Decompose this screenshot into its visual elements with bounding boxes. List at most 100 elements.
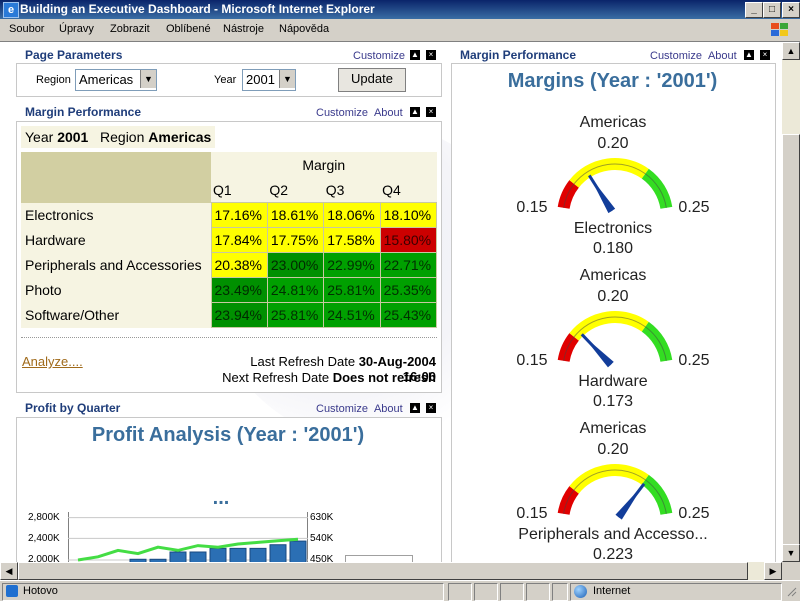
menu-upravy[interactable]: Úpravy <box>59 23 94 35</box>
minimize-portlet-icon[interactable]: ▲ <box>410 403 420 413</box>
table-row: Software/Other 23.94% 25.81% 24.51% 25.4… <box>21 302 438 328</box>
margin-cell: 24.51% <box>323 302 381 328</box>
status-text: Hotovo <box>23 585 58 597</box>
minimize-portlet-icon[interactable]: ▲ <box>410 50 420 60</box>
horizontal-scroll-thumb[interactable] <box>18 562 748 580</box>
close-portlet-icon[interactable]: × <box>760 50 770 60</box>
chevron-down-icon[interactable]: ▼ <box>279 70 295 88</box>
region-prompt-label: Region <box>100 129 145 145</box>
globe-icon <box>574 585 587 598</box>
gauge-max: 0.25 <box>678 505 710 522</box>
gauge-green-band <box>641 474 673 516</box>
region-select[interactable]: Americas ▼ <box>75 69 157 91</box>
gauge-about-link[interactable]: About <box>708 50 737 62</box>
vertical-scrollbar[interactable]: ▲ ▼ <box>782 42 800 562</box>
menu-zobrazit[interactable]: Zobrazit <box>110 23 150 35</box>
profit-bar <box>229 547 247 562</box>
status-zone-pane: Internet <box>570 583 782 601</box>
region-label: Region <box>36 74 71 86</box>
gauge-max: 0.25 <box>678 199 710 216</box>
margin-cell: 17.84% <box>210 227 268 253</box>
close-button[interactable]: × <box>782 2 800 18</box>
pivot-header: Year 2001 Region Americas <box>21 126 216 148</box>
gauge-min: 0.15 <box>516 199 548 216</box>
analyze-link[interactable]: Analyze.... <box>22 354 83 369</box>
margin-cell: 17.58% <box>323 227 381 253</box>
menu-napoveda[interactable]: Nápověda <box>279 23 329 35</box>
profit-about-link[interactable]: About <box>374 403 403 415</box>
margin-cell: 23.00% <box>266 252 325 278</box>
gauge-min: 0.15 <box>516 352 548 369</box>
gauge-dial <box>557 311 673 368</box>
menu-soubor[interactable]: Soubor <box>9 23 44 35</box>
menu-oblibene[interactable]: Oblíbené <box>166 23 211 35</box>
gauge-region: Americas <box>579 420 647 437</box>
scroll-down-icon[interactable]: ▼ <box>782 544 800 562</box>
year-select[interactable]: 2001 ▼ <box>242 69 296 91</box>
gauge-customize-link[interactable]: Customize <box>650 50 702 62</box>
horizontal-scrollbar[interactable]: ◀ ▶ <box>0 562 782 580</box>
margin-portlet-title: Margin Performance <box>25 105 142 119</box>
profit-chart-title: Profit Analysis (Year : '2001') <box>91 424 365 446</box>
margin-cell: 24.81% <box>266 277 325 303</box>
menu-bar: Soubor Úpravy Zobrazit Oblíbené Nástroje… <box>0 19 800 42</box>
table-row: Photo 23.49% 24.81% 25.81% 25.35% <box>21 277 438 303</box>
chevron-down-icon[interactable]: ▼ <box>140 70 156 88</box>
gauge-max-label: 0.20 <box>597 135 629 152</box>
quarter-header: Q2 <box>267 178 324 203</box>
gauge-value: 0.180 <box>592 240 634 257</box>
corner-cell <box>21 152 211 203</box>
menu-nastroje[interactable]: Nástroje <box>223 23 264 35</box>
left-tick-label: 2,000K <box>28 554 60 562</box>
resize-grip-icon[interactable] <box>785 585 797 597</box>
minimize-portlet-icon[interactable]: ▲ <box>744 50 754 60</box>
table-row: Electronics 17.16% 18.61% 18.06% 18.10% <box>21 202 438 228</box>
margin-cell: 23.94% <box>210 302 268 328</box>
zone-text: Internet <box>593 585 631 597</box>
page-params-title: Page Parameters <box>25 48 123 62</box>
quarter-header: Q1 <box>211 178 268 203</box>
scroll-right-icon[interactable]: ▶ <box>764 562 782 580</box>
margin-customize-link[interactable]: Customize <box>316 107 368 119</box>
right-tick-label: 630K <box>310 512 334 523</box>
margin-cell: 25.81% <box>266 302 325 328</box>
maximize-button[interactable]: □ <box>763 2 781 18</box>
page-params-customize-link[interactable]: Customize <box>353 50 405 62</box>
region-select-value: Americas <box>79 72 134 87</box>
margin-cell: 25.35% <box>379 277 438 303</box>
minimize-button[interactable]: _ <box>745 2 763 18</box>
update-button[interactable]: Update <box>338 68 406 92</box>
gauge-needle-shaft <box>617 482 646 519</box>
close-portlet-icon[interactable]: × <box>426 403 436 413</box>
status-pane <box>552 583 568 601</box>
margin-about-link[interactable]: About <box>374 107 403 119</box>
margin-cell: 18.06% <box>323 202 381 228</box>
right-tick-label: 450K <box>310 554 334 562</box>
table-row: Hardware 17.84% 17.75% 17.58% 15.80% <box>21 227 438 253</box>
margin-cell: 17.16% <box>210 202 268 228</box>
profit-customize-link[interactable]: Customize <box>316 403 368 415</box>
status-main-pane: Hotovo <box>2 583 444 601</box>
close-portlet-icon[interactable]: × <box>426 107 436 117</box>
margin-pivot-table: Margin Q1 Q2 Q3 Q4 Electronics 17.16% 18… <box>21 152 438 328</box>
profit-bar <box>169 551 187 562</box>
vertical-scroll-thumb[interactable] <box>782 134 800 556</box>
row-label: Peripherals and Accessories <box>21 252 211 278</box>
margin-cell: 17.75% <box>266 227 325 253</box>
close-portlet-icon[interactable]: × <box>426 50 436 60</box>
right-tick-label: 540K <box>310 533 334 544</box>
margin-cell: 15.80% <box>379 227 438 253</box>
margin-cell: 20.38% <box>210 252 268 278</box>
next-refresh-value: Does not refresh <box>332 370 436 385</box>
scroll-up-icon[interactable]: ▲ <box>782 42 800 60</box>
status-pane <box>526 583 550 601</box>
gauge-portlet-title: Margin Performance <box>460 48 577 62</box>
minimize-portlet-icon[interactable]: ▲ <box>410 107 420 117</box>
ie-icon: e <box>3 2 19 18</box>
gauge-green-band <box>641 321 673 363</box>
page-icon <box>6 585 18 597</box>
scroll-left-icon[interactable]: ◀ <box>0 562 18 580</box>
gauge-red-band <box>557 486 579 516</box>
quarter-header: Q3 <box>323 178 381 203</box>
profit-bar <box>249 547 267 562</box>
